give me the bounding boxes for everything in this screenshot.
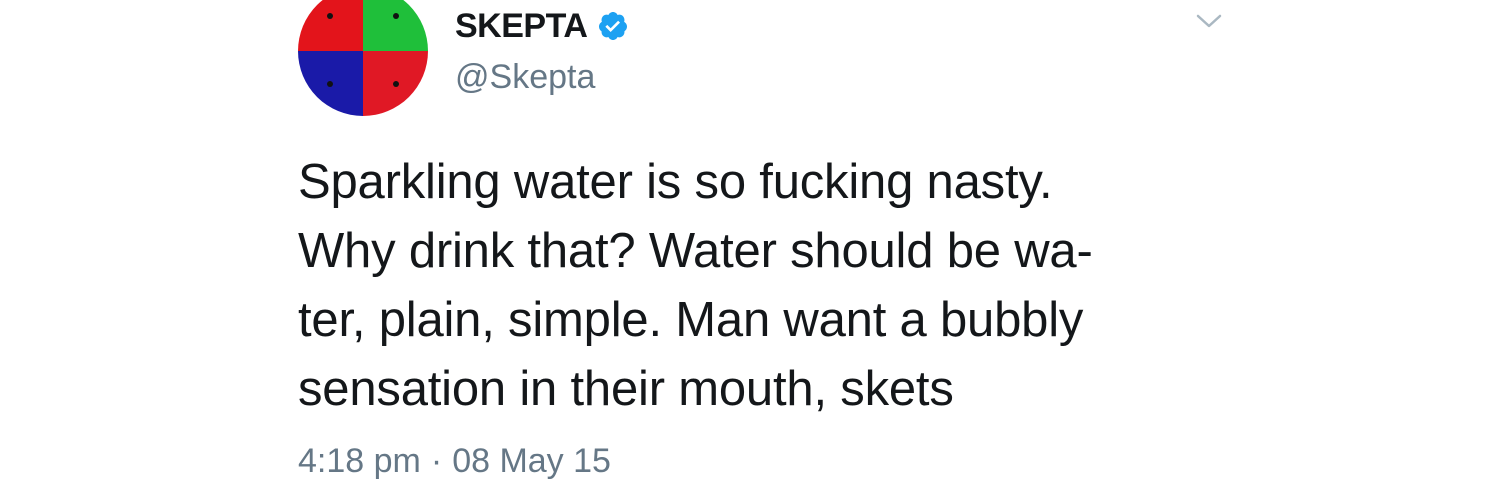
author-handle[interactable]: @Skepta <box>455 58 595 97</box>
verified-badge-icon <box>597 10 629 42</box>
author-display-name[interactable]: SKEPTA <box>455 7 588 46</box>
tweet-text-line: Sparkling water is so fucking nasty. <box>298 155 1053 209</box>
tweet-text: Sparkling water is so fucking nasty. Why… <box>298 148 1218 424</box>
tweet-text-line: Why drink that? Water should be wa- <box>298 224 1093 278</box>
tweet-text-line: sensation in their mouth, skets <box>298 362 954 416</box>
avatar[interactable] <box>298 0 428 116</box>
chevron-down-icon[interactable] <box>1194 10 1224 32</box>
four-color-quadrant-avatar-icon <box>298 0 428 116</box>
tweet-date: 08 May 15 <box>452 442 611 480</box>
tweet-time: 4:18 pm <box>298 442 421 480</box>
author-name-row: SKEPTA <box>455 4 629 48</box>
tweet-timestamp[interactable]: 4:18 pm · 08 May 15 <box>298 442 611 481</box>
timestamp-separator: · <box>430 442 443 480</box>
tweet-text-line: ter, plain, simple. Man want a bubbly <box>298 293 1084 347</box>
